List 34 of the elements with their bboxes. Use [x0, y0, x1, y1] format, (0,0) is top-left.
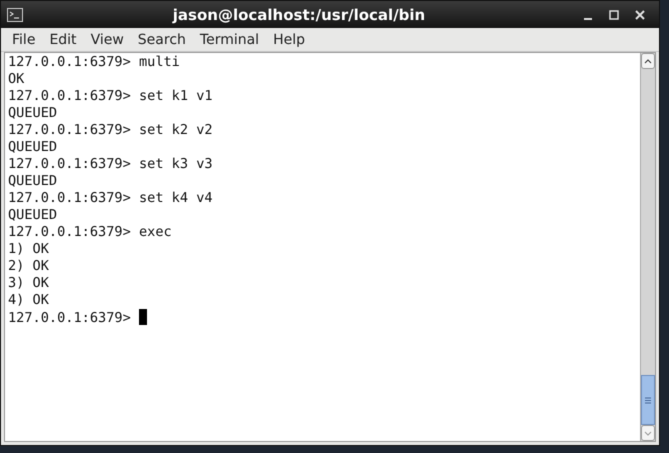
terminal-line: 127.0.0.1:6379> set k1 v1	[8, 88, 214, 105]
terminal-line: 127.0.0.1:6379> set k4 v4	[8, 190, 214, 207]
menu-item[interactable]: Terminal	[192, 32, 266, 48]
menu-item[interactable]: Edit	[42, 32, 84, 48]
scrollbar[interactable]	[640, 53, 655, 441]
maximize-icon	[609, 10, 619, 20]
close-icon	[635, 10, 645, 20]
terminal-line: QUEUED	[8, 173, 58, 190]
terminal-line: QUEUED	[8, 139, 58, 156]
terminal-line: 127.0.0.1:6379> set k2 v2	[8, 122, 214, 139]
down-caret-icon	[644, 430, 652, 436]
terminal-line: OK	[8, 71, 26, 88]
terminal-icon	[7, 8, 23, 22]
terminal-line: 127.0.0.1:6379> exec	[8, 224, 173, 241]
up-caret-icon	[644, 58, 652, 64]
terminal-line: QUEUED	[8, 105, 58, 122]
terminal-line: 127.0.0.1:6379> set k3 v3	[8, 156, 214, 173]
scroll-thumb[interactable]	[641, 375, 655, 425]
terminal-line: 3) OK	[8, 275, 50, 292]
window-title: jason@localhost:/usr/local/bin	[171, 6, 426, 24]
text-cursor	[138, 309, 147, 325]
terminal-line: QUEUED	[8, 207, 58, 224]
scroll-up-button[interactable]	[641, 53, 655, 69]
menu-item[interactable]: Search	[130, 32, 193, 48]
menu-item[interactable]: Help	[266, 32, 312, 48]
scroll-down-button[interactable]	[641, 425, 655, 441]
menu-item[interactable]: View	[84, 32, 131, 48]
terminal-line: 4) OK	[8, 292, 50, 309]
terminal-line: 2) OK	[8, 258, 50, 275]
minimize-icon	[584, 18, 592, 20]
terminal-line: 127.0.0.1:6379> multi	[8, 54, 181, 71]
terminal-line: 1) OK	[8, 241, 50, 258]
menu-item[interactable]: File	[5, 32, 42, 48]
terminal-prompt: 127.0.0.1:6379>	[8, 310, 132, 326]
